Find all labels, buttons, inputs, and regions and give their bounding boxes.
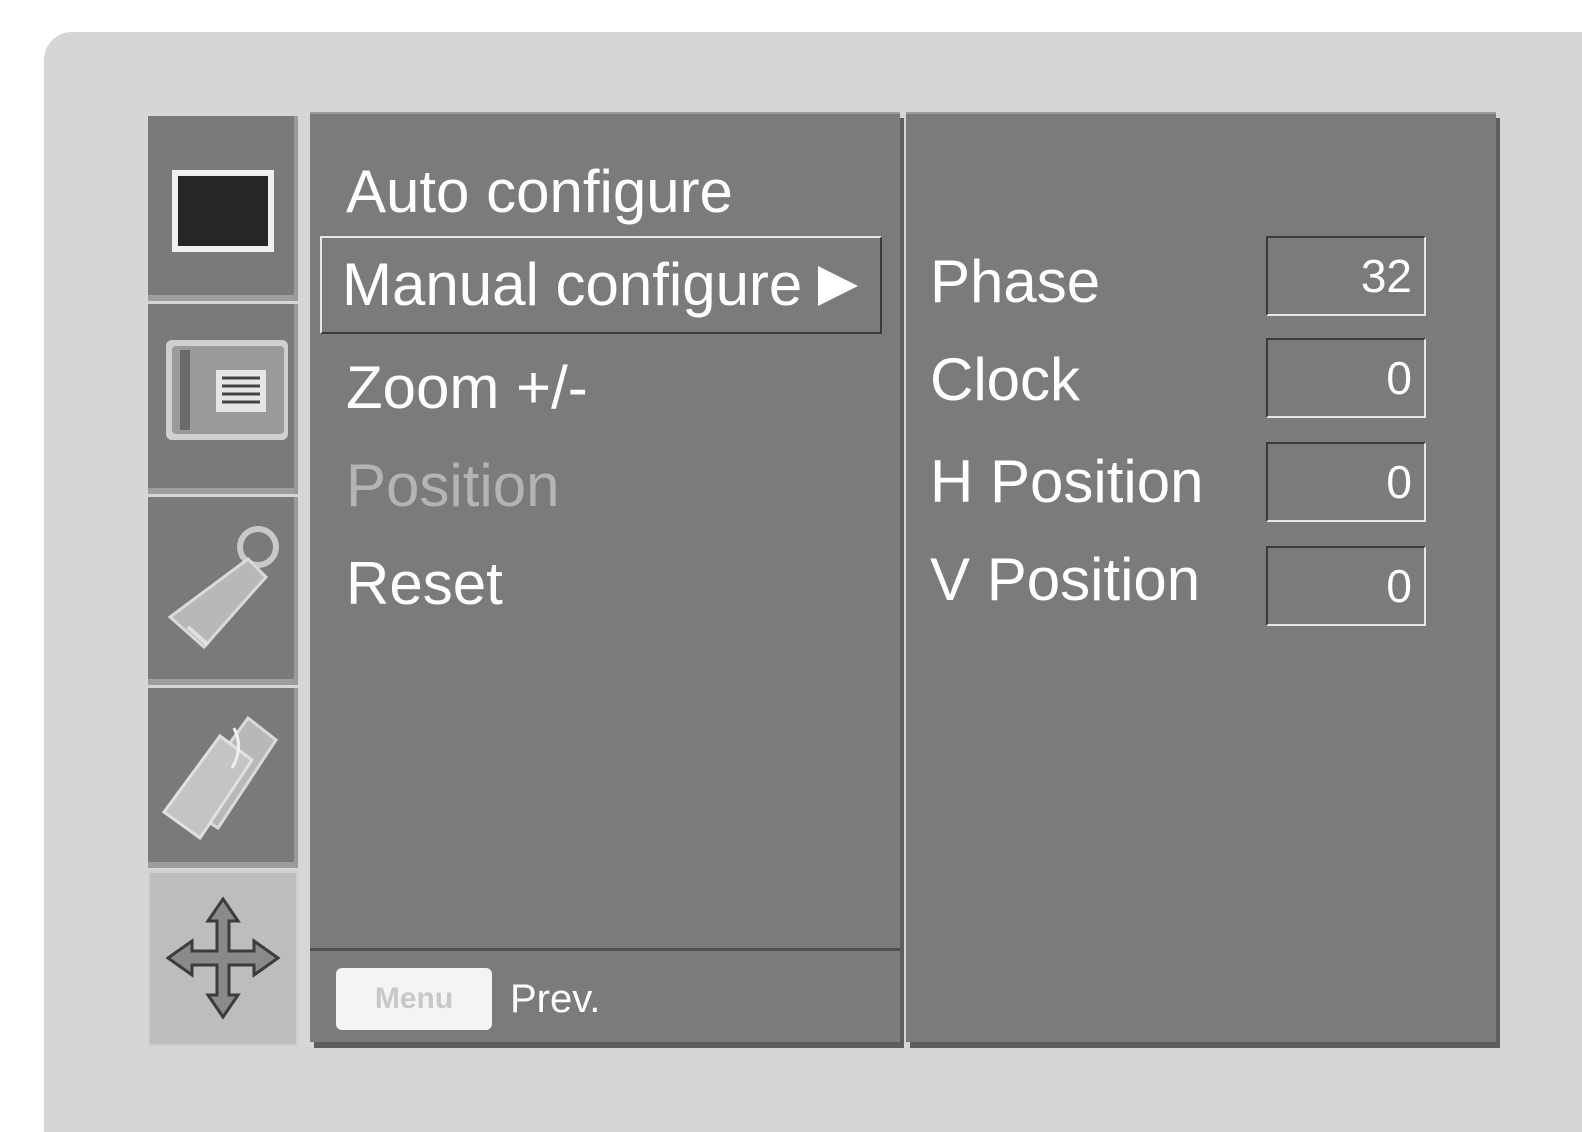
category-sidebar — [148, 116, 298, 1046]
menu-key-button[interactable]: Menu — [336, 968, 492, 1030]
menu-panel: Auto configure Manual configure Zoom +/-… — [310, 112, 900, 1042]
special-icon — [161, 715, 279, 841]
h-position-value-box[interactable]: 0 — [1266, 442, 1426, 522]
v-position-label: V Position — [930, 546, 1201, 613]
clock-value-box[interactable]: 0 — [1266, 338, 1426, 418]
h-position-label: H Position — [930, 448, 1204, 515]
setup-icon — [167, 526, 279, 650]
position-move-icon — [165, 896, 281, 1020]
sidebar-item-special[interactable] — [148, 688, 298, 868]
menu-item-label: Position — [346, 452, 560, 519]
menu-item-auto-configure[interactable]: Auto configure — [346, 156, 733, 228]
sidebar-item-picture[interactable] — [148, 116, 298, 301]
clock-label: Clock — [930, 346, 1081, 413]
submenu-arrow-icon — [818, 266, 858, 306]
sidebar-item-position[interactable] — [148, 871, 298, 1046]
menu-item-label: Reset — [346, 550, 503, 617]
settings-panel: Phase 32 Clock 0 H Position 0 V Position… — [906, 112, 1496, 1042]
phase-value-box[interactable]: 32 — [1266, 236, 1426, 316]
v-position-value-box[interactable]: 0 — [1266, 546, 1426, 626]
menu-item-label: Auto configure — [346, 158, 733, 225]
menu-item-zoom[interactable]: Zoom +/- — [346, 352, 588, 424]
footer-divider — [310, 948, 900, 951]
menu-item-label: Manual configure — [342, 251, 803, 318]
menu-item-reset[interactable]: Reset — [346, 548, 503, 620]
screen-icon — [166, 340, 288, 440]
menu-item-position: Position — [346, 450, 559, 522]
menu-item-manual-configure[interactable]: Manual configure — [320, 236, 882, 334]
sidebar-item-screen[interactable] — [148, 304, 298, 494]
sidebar-item-setup[interactable] — [148, 497, 298, 685]
phase-label: Phase — [930, 248, 1101, 315]
picture-icon — [172, 170, 274, 252]
menu-item-label: Zoom +/- — [346, 354, 588, 421]
osd-window: Auto configure Manual configure Zoom +/-… — [148, 108, 1498, 1046]
prev-label: Prev. — [510, 977, 601, 1021]
